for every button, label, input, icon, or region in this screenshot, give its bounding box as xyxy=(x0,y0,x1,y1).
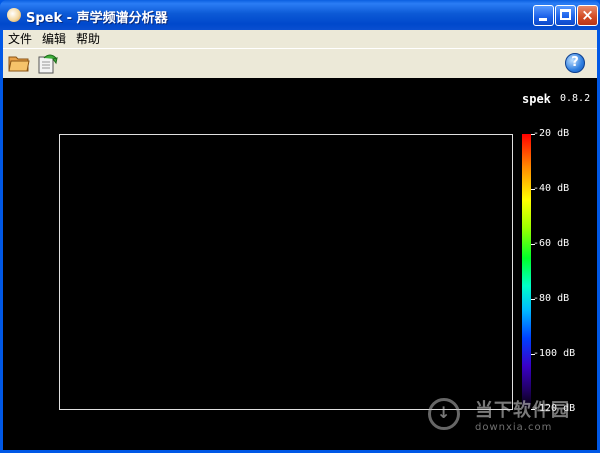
minimize-icon xyxy=(539,18,547,21)
app-icon xyxy=(7,8,21,22)
version-label: 0.8.2 xyxy=(560,93,591,104)
reload-icon[interactable] xyxy=(36,52,58,74)
watermark-text: 当下软件园 xyxy=(475,400,570,421)
db-label-40: -40 dB xyxy=(533,183,570,194)
watermark: ↓ 当下软件园 downxia.com xyxy=(425,393,595,443)
db-color-scale xyxy=(522,134,531,410)
brand-label: spek xyxy=(522,92,551,106)
db-label-80: -80 dB xyxy=(533,293,570,304)
menu-file[interactable]: 文件 xyxy=(8,31,32,47)
maximize-button[interactable] xyxy=(555,5,576,26)
spectrogram-plot-area xyxy=(59,134,513,410)
window-title: Spek - 声学频谱分析器 xyxy=(26,11,168,26)
app-window: Spek - 声学频谱分析器 × 文件 编辑 帮助 ? spek 0.8.2 -… xyxy=(0,0,600,453)
menu-help[interactable]: 帮助 xyxy=(76,31,100,47)
toolbar: ? xyxy=(3,48,597,78)
help-icon[interactable]: ? xyxy=(565,53,585,73)
db-label-20: -20 dB xyxy=(533,128,570,139)
maximize-icon xyxy=(560,9,571,20)
menu-edit[interactable]: 编辑 xyxy=(42,31,66,47)
close-icon: × xyxy=(581,6,594,24)
minimize-button[interactable] xyxy=(533,5,554,26)
db-label-60: -60 dB xyxy=(533,238,570,249)
close-button[interactable]: × xyxy=(577,5,598,26)
download-arrow-icon: ↓ xyxy=(437,403,451,422)
watermark-url: downxia.com xyxy=(475,422,553,433)
title-bar[interactable]: Spek - 声学频谱分析器 × xyxy=(0,0,600,30)
db-label-100: -100 dB xyxy=(533,348,576,359)
menu-bar: 文件 编辑 帮助 xyxy=(3,30,597,48)
folder-open-icon[interactable] xyxy=(8,54,30,72)
